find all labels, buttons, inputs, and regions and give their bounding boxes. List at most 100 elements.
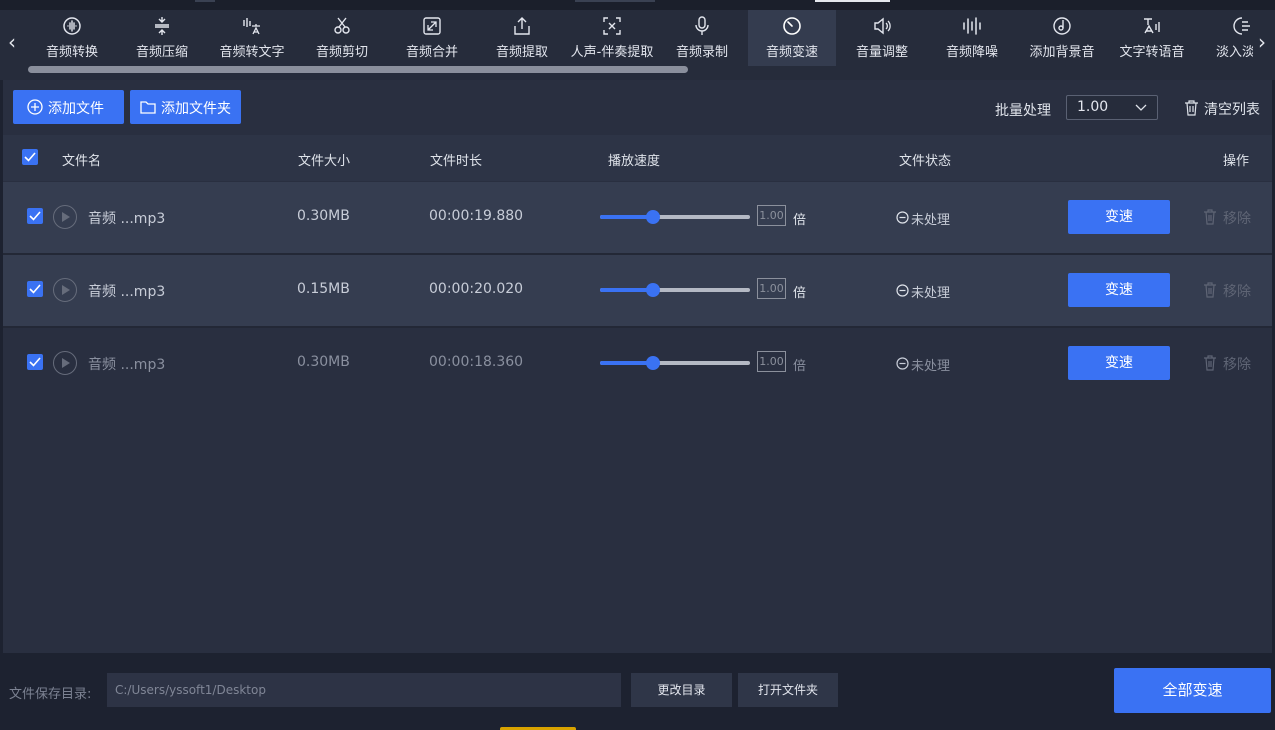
add-folder-label: 添加文件夹 (161, 101, 231, 117)
play-button[interactable] (53, 278, 77, 302)
speed-value-box[interactable]: 1.00 (757, 205, 786, 226)
play-icon (62, 285, 70, 295)
tool-label: 音频录制 (675, 45, 728, 60)
slider-fill (600, 215, 653, 219)
folder-icon (140, 101, 156, 114)
trash-icon (1185, 100, 1198, 116)
check-icon (24, 152, 36, 162)
scissors-icon (334, 17, 350, 34)
tool-noise-reduce[interactable]: 音频降噪 (928, 10, 1016, 66)
speed-change-button[interactable]: 变速 (1068, 273, 1170, 307)
file-duration: 00:00:20.020 (429, 281, 524, 297)
speed-slider[interactable] (600, 209, 750, 225)
tool-audio-compress[interactable]: 音频压缩 (118, 10, 206, 66)
check-icon (29, 284, 41, 294)
scroll-left-arrow-icon[interactable]: ‹ (3, 30, 21, 54)
speed-value-box[interactable]: 1.00 (757, 278, 786, 299)
tool-label: 音频剪切 (315, 45, 368, 60)
save-path-field[interactable] (107, 673, 621, 707)
tool-audio-to-text[interactable]: 音频转文字 (208, 10, 296, 66)
tool-vocal-extract[interactable]: 人声-伴奏提取 (568, 10, 656, 66)
slider-knob[interactable] (645, 356, 660, 370)
tool-audio-merge[interactable]: 音频合并 (388, 10, 476, 66)
clear-list-label: 清空列表 (1204, 102, 1260, 118)
text-to-speech-icon (1144, 18, 1160, 34)
toolbar-scrollbar[interactable] (28, 66, 688, 73)
table-row: 音频 ...mp3 0.30MB 00:00:18.360 1.00 倍 未处理… (3, 328, 1272, 399)
check-icon (29, 357, 41, 367)
trash-icon (1204, 282, 1216, 298)
speed-slider[interactable] (600, 282, 750, 298)
speed-change-button[interactable]: 变速 (1068, 200, 1170, 234)
row-checkbox[interactable] (27, 281, 43, 297)
file-size: 0.15MB (297, 281, 350, 297)
file-duration: 00:00:18.360 (429, 354, 524, 370)
clear-list-button[interactable]: 清空列表 (1183, 97, 1268, 119)
header-speed: 播放速度 (608, 154, 661, 169)
minus-circle-icon (896, 357, 909, 370)
remove-button[interactable]: 移除 (1203, 354, 1255, 374)
add-folder-button[interactable]: 添加文件夹 (130, 90, 241, 124)
speed-change-button[interactable]: 变速 (1068, 346, 1170, 380)
remove-button[interactable]: 移除 (1203, 281, 1255, 301)
tool-add-bgm[interactable]: 添加背景音 (1018, 10, 1106, 66)
tool-label: 音频提取 (495, 45, 548, 60)
speed-slider[interactable] (600, 355, 750, 371)
speed-unit: 倍 (793, 286, 807, 301)
plus-circle-icon (27, 99, 43, 115)
remove-button[interactable]: 移除 (1203, 208, 1255, 228)
merge-icon (423, 17, 441, 35)
batch-speed-value: 1.00 (1077, 99, 1109, 115)
compress-icon (155, 17, 169, 35)
tool-fade[interactable]: 淡入淡出 (1198, 10, 1253, 66)
status-label: 未处理 (911, 286, 951, 301)
tool-audio-cut[interactable]: 音频剪切 (298, 10, 386, 66)
vocal-extract-icon (603, 17, 621, 35)
play-button[interactable] (53, 205, 77, 229)
tool-label: 音频变速 (765, 45, 818, 60)
status-label: 未处理 (911, 359, 951, 374)
scroll-right-arrow-icon[interactable]: › (1253, 30, 1271, 54)
trash-icon (1204, 355, 1216, 371)
header-status: 文件状态 (899, 154, 952, 169)
play-button[interactable] (53, 351, 77, 375)
tool-audio-record[interactable]: 音频录制 (658, 10, 746, 66)
file-duration: 00:00:19.880 (429, 208, 524, 224)
change-directory-button[interactable]: 更改目录 (631, 673, 732, 707)
play-icon (62, 212, 70, 222)
tool-audio-speed[interactable]: 音频变速 (748, 10, 836, 66)
header-operations: 操作 (1223, 154, 1250, 169)
top-strip (0, 0, 1275, 10)
speed-unit: 倍 (793, 359, 807, 374)
select-all-checkbox[interactable] (22, 149, 38, 165)
slider-knob[interactable] (645, 283, 660, 297)
row-checkbox[interactable] (27, 208, 43, 224)
header-filesize: 文件大小 (298, 154, 351, 169)
table-header: 文件名 文件大小 文件时长 播放速度 文件状态 操作 (3, 135, 1272, 181)
header-filename: 文件名 (62, 154, 102, 169)
row-checkbox[interactable] (27, 354, 43, 370)
minus-circle-icon (896, 211, 909, 224)
add-file-label: 添加文件 (48, 101, 104, 117)
export-icon (514, 17, 530, 35)
check-icon (29, 211, 41, 221)
play-icon (62, 358, 70, 368)
tool-audio-extract[interactable]: 音频提取 (478, 10, 566, 66)
convert-all-button[interactable]: 全部变速 (1114, 668, 1271, 713)
batch-speed-select[interactable]: 1.00 (1066, 95, 1158, 120)
tool-text-to-speech[interactable]: 文字转语音 (1108, 10, 1196, 66)
tool-volume-adjust[interactable]: 音量调整 (838, 10, 926, 66)
tool-label: 音频转换 (45, 45, 98, 60)
open-folder-button[interactable]: 打开文件夹 (738, 673, 838, 707)
slider-knob[interactable] (645, 210, 660, 224)
header-duration: 文件时长 (430, 154, 483, 169)
tool-audio-convert[interactable]: 音频转换 (28, 10, 116, 66)
file-name: 音频 ...mp3 (88, 211, 166, 227)
tool-label: 音频合并 (405, 45, 458, 60)
tool-label: 音量调整 (855, 45, 908, 60)
tool-label: 人声-伴奏提取 (570, 45, 654, 60)
add-file-button[interactable]: 添加文件 (13, 90, 124, 124)
batch-process-label: 批量处理 (995, 103, 1051, 119)
speed-value-box[interactable]: 1.00 (757, 351, 786, 372)
file-name: 音频 ...mp3 (88, 284, 166, 300)
